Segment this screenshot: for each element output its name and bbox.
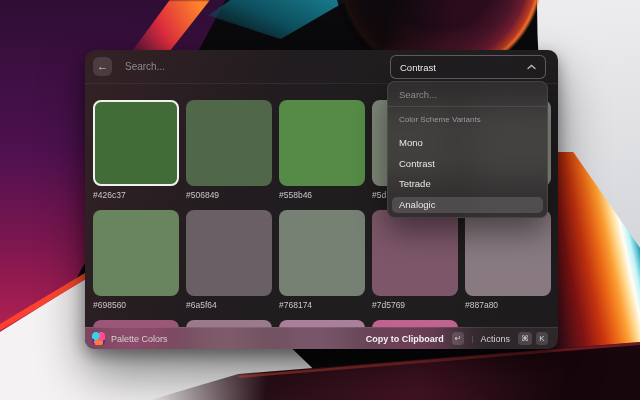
- enter-key-icon: ↵: [452, 332, 465, 345]
- footer-actions: Copy to Clipboard ↵ | Actions ⌘ K: [366, 332, 548, 345]
- color-swatch[interactable]: [465, 210, 551, 296]
- swatch-hex-label: #768174: [279, 300, 365, 311]
- dropdown-search-input[interactable]: Search...: [388, 82, 547, 107]
- color-swatch[interactable]: [186, 100, 272, 186]
- color-swatch[interactable]: [372, 210, 458, 296]
- swatch-cell: #6a5f64: [186, 210, 272, 311]
- command-key-icon: ⌘: [518, 332, 532, 345]
- swatch-cell: #7d5769: [372, 210, 458, 311]
- color-swatch[interactable]: [186, 210, 272, 296]
- arrow-left-icon: ←: [97, 60, 108, 72]
- swatch-hex-label: #698560: [93, 300, 179, 311]
- dropdown-options: Mono Contrast Tetrade Analogic: [388, 135, 547, 213]
- swatch-cell: #698560: [93, 210, 179, 311]
- k-key-icon: K: [536, 332, 548, 345]
- swatch-hex-label: #6a5f64: [186, 300, 272, 311]
- wallpaper-teal-band: [208, 0, 348, 52]
- app-name: Palette Colors: [111, 334, 168, 344]
- dropdown-option-tetrade[interactable]: Tetrade: [392, 176, 543, 192]
- dropdown-section-label: Color Scheme Variants: [388, 113, 547, 127]
- palette-colors-icon: [92, 332, 105, 345]
- swatch-hex-label: #558b46: [279, 190, 365, 201]
- copy-to-clipboard-button[interactable]: Copy to Clipboard: [366, 334, 444, 344]
- color-swatch[interactable]: [93, 210, 179, 296]
- actions-button[interactable]: Actions: [480, 334, 510, 344]
- scheme-dropdown: Search... Color Scheme Variants Mono Cont…: [387, 81, 548, 218]
- swatch-cell: #887a80: [465, 210, 551, 311]
- window-footer: Palette Colors Copy to Clipboard ↵ | Act…: [85, 327, 558, 349]
- chevron-up-icon: [527, 64, 536, 70]
- footer-separator: |: [471, 334, 473, 343]
- scheme-select[interactable]: Contrast: [390, 55, 546, 79]
- back-button[interactable]: ←: [93, 57, 112, 76]
- scheme-select-value: Contrast: [400, 62, 436, 73]
- dropdown-option-analogic[interactable]: Analogic: [392, 197, 543, 213]
- swatch-hex-label: #887a80: [465, 300, 551, 311]
- color-swatch[interactable]: [279, 210, 365, 296]
- swatch-hex-label: #426c37: [93, 190, 179, 201]
- swatch-cell: #506849: [186, 100, 272, 201]
- palette-window: ← Search... Contrast #426c37 #506849 #558b…: [85, 50, 558, 349]
- dropdown-option-contrast[interactable]: Contrast: [392, 156, 543, 172]
- search-input[interactable]: Search...: [125, 61, 165, 72]
- swatch-cell: #768174: [279, 210, 365, 311]
- color-swatch[interactable]: [279, 100, 365, 186]
- dropdown-option-mono[interactable]: Mono: [392, 135, 543, 151]
- color-swatch-selected[interactable]: [93, 100, 179, 186]
- swatch-cell: #558b46: [279, 100, 365, 201]
- swatch-hex-label: #7d5769: [372, 300, 458, 311]
- swatch-cell: #426c37: [93, 100, 179, 201]
- swatch-hex-label: #506849: [186, 190, 272, 201]
